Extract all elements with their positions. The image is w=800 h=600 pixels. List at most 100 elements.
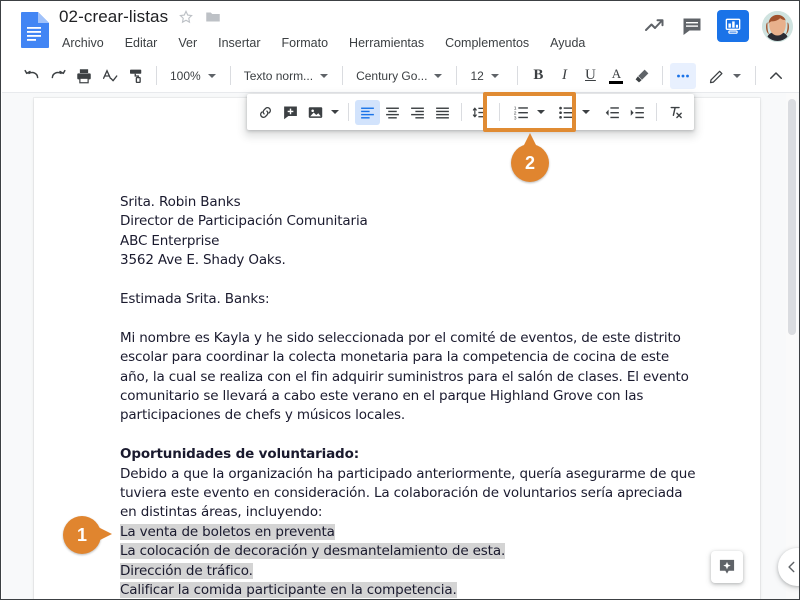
- menu-archivo[interactable]: Archivo: [60, 35, 106, 51]
- callout-marker-2: 2: [511, 133, 549, 182]
- spellcheck-button[interactable]: [97, 63, 123, 89]
- activity-trend-icon[interactable]: [643, 14, 667, 38]
- italic-button[interactable]: I: [551, 63, 577, 89]
- toolbar-divider: [499, 103, 500, 121]
- sidebar-toggle-button[interactable]: [778, 548, 799, 586]
- selected-lines[interactable]: La venta de boletos en preventa La coloc…: [120, 523, 700, 599]
- menu-ver[interactable]: Ver: [176, 35, 199, 51]
- section-block: Oportunidades de voluntariado: Debido a …: [120, 445, 700, 599]
- underline-button[interactable]: U: [577, 63, 603, 89]
- star-outline-icon[interactable]: [177, 8, 195, 26]
- align-right-button[interactable]: [405, 100, 430, 125]
- chevron-down-icon: [434, 73, 443, 78]
- paint-format-button[interactable]: [123, 63, 149, 89]
- toolbar-divider: [662, 66, 664, 85]
- chevron-down-icon: [207, 73, 216, 78]
- menu-insertar[interactable]: Insertar: [216, 35, 262, 51]
- font-size-dropdown[interactable]: 12: [464, 63, 510, 88]
- text-color-label: A: [611, 65, 622, 81]
- google-docs-window: 02-crear-listas Archivo Editar Ver Inser…: [0, 0, 800, 600]
- document-text[interactable]: Srita. Robin Banks Director de Participa…: [120, 193, 700, 599]
- header-bar: 02-crear-listas Archivo Editar Ver Inser…: [1, 1, 799, 59]
- explore-button[interactable]: [711, 551, 743, 583]
- print-button[interactable]: [71, 63, 97, 89]
- vertical-scrollbar[interactable]: [786, 93, 798, 599]
- underline-label: U: [585, 67, 596, 83]
- clear-formatting-button[interactable]: [663, 100, 688, 125]
- present-button[interactable]: [717, 10, 749, 42]
- toolbar-divider: [348, 103, 349, 121]
- bold-button[interactable]: B: [525, 63, 551, 89]
- increase-indent-button[interactable]: [625, 100, 650, 125]
- bulleted-list-dropdown[interactable]: [579, 100, 593, 125]
- toolbar-divider: [156, 66, 157, 85]
- decrease-indent-button[interactable]: [600, 100, 625, 125]
- insert-image-dropdown[interactable]: [328, 100, 342, 125]
- avatar[interactable]: [762, 10, 793, 42]
- insert-link-button[interactable]: [253, 100, 278, 125]
- comment-icon[interactable]: [680, 14, 704, 38]
- align-justify-button[interactable]: [430, 100, 455, 125]
- title-area: 02-crear-listas: [59, 7, 222, 27]
- list-item: Calificar la comida participante en la c…: [120, 582, 457, 599]
- toolbar-divider: [755, 66, 756, 85]
- more-options-button[interactable]: [670, 62, 697, 89]
- intro-paragraph: Mi nombre es Kayla y he sido seleccionad…: [120, 329, 689, 424]
- line-spacing-button[interactable]: [468, 100, 493, 125]
- chevron-down-icon: [733, 73, 741, 78]
- salutation: Estimada Srita. Banks:: [120, 291, 270, 308]
- align-center-button[interactable]: [380, 100, 405, 125]
- highlight-color-button[interactable]: [629, 63, 655, 89]
- overflow-toolbar: 1 2 3: [247, 94, 694, 130]
- text-color-button[interactable]: A: [603, 63, 629, 89]
- numbered-list-dropdown[interactable]: [534, 100, 548, 125]
- toolbar-divider: [229, 66, 231, 85]
- address-block: Srita. Robin Banks Director de Participa…: [120, 193, 700, 271]
- collapse-menus-button[interactable]: [763, 63, 789, 89]
- list-item: La venta de boletos en preventa: [120, 523, 335, 540]
- edit-mode-dropdown[interactable]: [702, 63, 748, 88]
- svg-text:2: 2: [514, 110, 517, 116]
- chevron-down-icon: [320, 73, 329, 78]
- menu-herramientas[interactable]: Herramientas: [347, 35, 426, 51]
- pencil-icon: [708, 67, 726, 85]
- list-item: Dirección de tráfico.: [120, 562, 253, 579]
- toolbar-divider: [517, 66, 519, 85]
- redo-button[interactable]: [45, 63, 71, 89]
- align-left-button[interactable]: [355, 99, 380, 125]
- menu-formato[interactable]: Formato: [280, 35, 331, 51]
- text-color-swatch: [609, 80, 624, 85]
- paragraph-style-dropdown[interactable]: Texto norm...: [238, 63, 335, 88]
- menu-complementos[interactable]: Complementos: [443, 35, 531, 51]
- toolbar-divider: [656, 103, 657, 121]
- numbered-list-button[interactable]: 1 2 3: [509, 100, 534, 125]
- callout-number: 2: [524, 152, 535, 173]
- header-actions: [643, 10, 793, 42]
- page-title[interactable]: 02-crear-listas: [59, 7, 168, 27]
- bulleted-list-button[interactable]: [554, 100, 579, 125]
- svg-text:1: 1: [514, 105, 517, 111]
- section-heading: Oportunidades de voluntariado:: [120, 446, 359, 463]
- menu-editar[interactable]: Editar: [123, 35, 160, 51]
- bold-label: B: [533, 67, 544, 83]
- address-line: Director de Participación Comunitaria: [120, 213, 368, 230]
- svg-text:3: 3: [514, 115, 517, 120]
- menu-ayuda[interactable]: Ayuda: [548, 35, 587, 51]
- callout-number: 1: [76, 524, 87, 545]
- font-family-value: Century Go...: [356, 68, 428, 83]
- toolbar-divider: [461, 103, 462, 121]
- insert-image-button[interactable]: [303, 100, 328, 125]
- scrollbar-thumb[interactable]: [788, 99, 796, 335]
- undo-button[interactable]: [19, 63, 45, 89]
- folder-icon[interactable]: [204, 8, 222, 26]
- zoom-dropdown[interactable]: 100%: [164, 63, 223, 88]
- document-canvas: Srita. Robin Banks Director de Participa…: [2, 92, 799, 599]
- chevron-down-icon: [537, 110, 545, 114]
- document-page[interactable]: Srita. Robin Banks Director de Participa…: [34, 98, 760, 599]
- zoom-value: 100%: [170, 68, 201, 83]
- address-line: 3562 Ave E. Shady Oaks.: [120, 252, 286, 269]
- add-comment-button[interactable]: [278, 100, 303, 125]
- font-family-dropdown[interactable]: Century Go...: [350, 63, 449, 88]
- section-paragraph: Debido a que la organización ha particip…: [120, 465, 696, 521]
- docs-file-icon[interactable]: [17, 11, 51, 49]
